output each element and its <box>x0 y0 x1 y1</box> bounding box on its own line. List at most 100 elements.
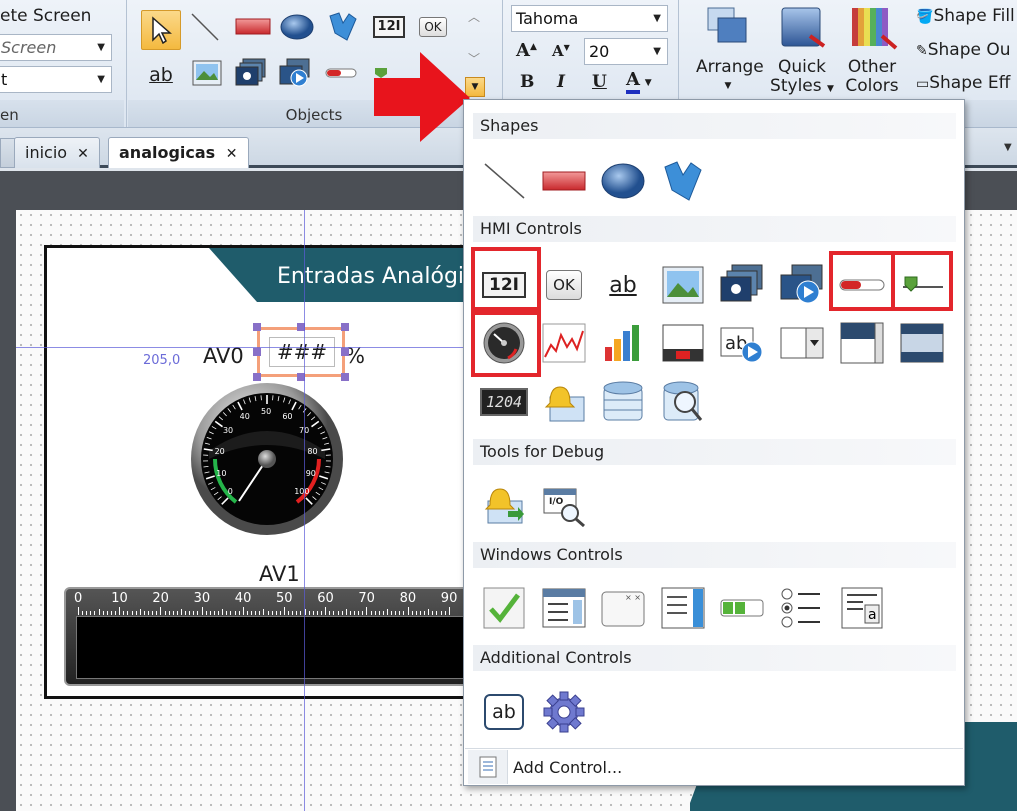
resize-handle[interactable] <box>341 373 349 381</box>
animation-tool-button[interactable] <box>278 56 312 90</box>
window-icon: × × <box>601 591 645 627</box>
ellipse-tool-button[interactable] <box>280 10 314 44</box>
resize-handle[interactable] <box>341 348 349 356</box>
gallery-combo-box[interactable] <box>774 317 830 369</box>
bar-tick <box>366 607 368 615</box>
italic-button[interactable]: I <box>557 72 565 92</box>
bar-graph-tool-button[interactable] <box>324 56 358 90</box>
text-label-icon: ab <box>149 64 173 86</box>
linear-bar-gauge[interactable]: 0 10 20 30 40 50 60 70 80 90 <box>64 587 501 686</box>
shape-fill-button[interactable]: 🪣Shape Fill <box>916 6 1015 26</box>
close-icon[interactable]: ✕ <box>77 146 89 162</box>
gallery-animation[interactable] <box>774 259 830 311</box>
close-icon[interactable]: ✕ <box>226 146 238 162</box>
font-name-dropdown[interactable]: Tahoma ▼ <box>511 5 668 32</box>
resize-handle[interactable] <box>253 373 261 381</box>
gallery-text-box[interactable] <box>655 582 711 634</box>
line-tool-button[interactable] <box>188 10 222 44</box>
bar-tick <box>316 611 318 615</box>
tab-overflow-chevron-icon[interactable]: ▼ <box>1004 142 1012 153</box>
svg-text:a: a <box>868 607 877 623</box>
screen-type-dropdown[interactable]: t ▼ <box>0 66 112 93</box>
bar-tick <box>300 611 302 615</box>
gallery-button[interactable]: OK <box>536 259 592 311</box>
paint-bucket-icon: 🪣 <box>916 9 934 25</box>
gallery-text-animation[interactable]: ab <box>714 317 770 369</box>
text-tool-button[interactable]: ab <box>144 58 178 92</box>
gallery-line[interactable] <box>476 155 532 207</box>
ellipse-icon <box>601 163 645 199</box>
tab-analogicas[interactable]: analogicas ✕ <box>108 137 249 168</box>
gallery-image-list[interactable] <box>714 259 770 311</box>
resize-handle[interactable] <box>253 348 261 356</box>
chevron-up-icon[interactable]: ︿ <box>468 8 480 25</box>
gallery-rich-text[interactable]: a <box>834 582 890 634</box>
gallery-progress-bar[interactable] <box>714 582 770 634</box>
delete-screen-button[interactable]: ete Screen <box>0 6 91 26</box>
gallery-trend[interactable] <box>536 317 592 369</box>
gallery-text-input[interactable]: ab <box>476 686 532 738</box>
bar-tick <box>415 611 417 615</box>
hmi-screen[interactable]: Entradas Analógic 0102030405060708090100… <box>44 245 504 699</box>
gallery-text[interactable]: ab <box>595 259 651 311</box>
bold-button[interactable]: B <box>520 72 534 92</box>
tab-inicio[interactable]: inicio ✕ <box>14 137 100 168</box>
numeric-display-tool-button[interactable]: 12I <box>372 10 406 44</box>
gallery-digital-display[interactable]: 1204 <box>476 376 532 428</box>
resize-handle[interactable] <box>341 323 349 331</box>
thermometer-bar-icon <box>325 68 357 78</box>
polygon-icon <box>664 161 702 201</box>
rectangle-tool-button[interactable] <box>234 10 272 44</box>
underline-button[interactable]: U <box>592 72 607 92</box>
font-color-button[interactable]: A ▼ <box>626 70 652 94</box>
arrange-button[interactable]: Arrange ▼ <box>696 58 764 96</box>
gallery-alarm-banner[interactable] <box>655 317 711 369</box>
bar-tick <box>308 611 310 615</box>
other-colors-button[interactable]: Other Colors <box>840 58 904 96</box>
polygon-tool-button[interactable] <box>326 10 360 44</box>
alarm-window-icon <box>662 324 704 362</box>
gallery-window[interactable]: × × <box>595 582 651 634</box>
bar-tick <box>292 611 294 615</box>
gallery-grid[interactable] <box>894 317 950 369</box>
shape-outline-button[interactable]: ✎Shape Ou <box>916 40 1011 60</box>
gauge-tick-label: 10 <box>216 468 227 478</box>
gallery-rectangle[interactable] <box>536 155 592 207</box>
gallery-radio-group[interactable] <box>774 582 830 634</box>
gallery-database-query[interactable] <box>655 376 711 428</box>
gallery-custom-control[interactable] <box>536 686 592 738</box>
bar-tick <box>201 607 203 615</box>
gallery-alarm-debug[interactable] <box>476 480 532 532</box>
pointer-tool-button[interactable] <box>141 10 181 50</box>
gallery-database[interactable] <box>595 376 651 428</box>
tab-analogicas-label: analogicas <box>119 143 216 162</box>
numeric-display[interactable]: ### <box>269 337 335 367</box>
gallery-image[interactable] <box>655 259 711 311</box>
add-control-menu-item[interactable]: Add Control... <box>513 758 622 777</box>
shape-effects-button[interactable]: ▭Shape Eff <box>916 73 1010 93</box>
gallery-checkbox[interactable] <box>476 582 532 634</box>
image-gallery-tool-button[interactable] <box>234 56 268 90</box>
shrink-font-button[interactable]: A▼ <box>552 42 570 60</box>
gallery-ellipse[interactable] <box>595 155 651 207</box>
gallery-alarm[interactable] <box>536 376 592 428</box>
highlight-gauge <box>471 311 541 377</box>
font-size-dropdown[interactable]: 20 ▼ <box>584 38 668 65</box>
grow-font-button[interactable]: A▲ <box>516 40 537 61</box>
gallery-bar-chart[interactable] <box>595 317 651 369</box>
resize-handle[interactable] <box>253 323 261 331</box>
gallery-polygon[interactable] <box>655 155 711 207</box>
image-tool-button[interactable] <box>190 56 224 90</box>
highlight-numeric-display <box>471 247 541 311</box>
bar-tick <box>127 611 129 615</box>
gauge-tick-label: 40 <box>239 412 250 422</box>
gallery-list-view[interactable] <box>536 582 592 634</box>
screen-dropdown[interactable]: Screen ▼ <box>0 34 112 61</box>
button-tool-button[interactable]: OK <box>416 10 450 44</box>
gallery-io-monitor[interactable]: I/O <box>536 480 592 532</box>
gauge-tick-label: 30 <box>222 426 234 436</box>
quick-styles-button[interactable]: Quick Styles ▼ <box>770 58 834 99</box>
gallery-scroll-bar[interactable] <box>834 317 890 369</box>
bar-tick <box>407 607 409 615</box>
bar-tick <box>193 611 195 615</box>
